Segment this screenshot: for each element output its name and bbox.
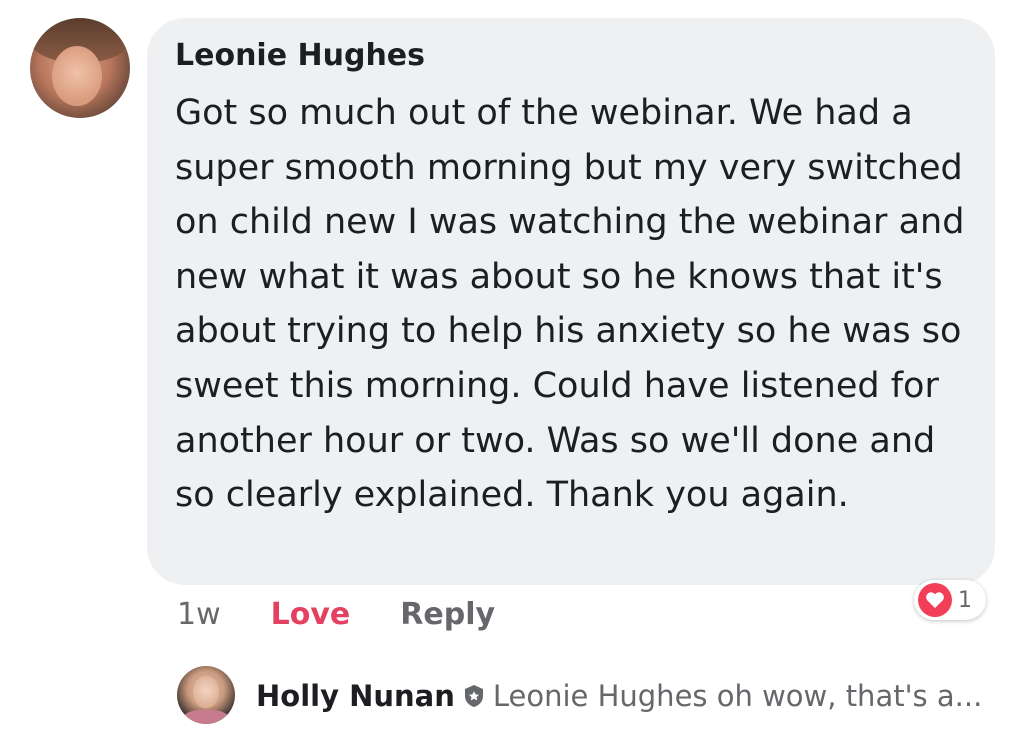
avatar-face bbox=[193, 676, 219, 709]
avatar-face bbox=[52, 46, 102, 106]
shield-badge-icon bbox=[463, 684, 485, 708]
reply-preview-text: Leonie Hughes oh wow, that's a... bbox=[492, 679, 983, 713]
comment-timestamp[interactable]: 1w bbox=[177, 597, 221, 632]
commenter-avatar[interactable] bbox=[30, 18, 130, 118]
reply-preview-row[interactable]: Holly Nunan Leonie Hughes oh wow, that's… bbox=[256, 676, 982, 716]
reply-author-name[interactable]: Holly Nunan bbox=[256, 679, 455, 713]
reply-author-avatar[interactable] bbox=[177, 666, 235, 724]
reaction-count: 1 bbox=[958, 587, 972, 613]
avatar-shirt bbox=[182, 709, 230, 724]
comment-text: Got so much out of the webinar. We had a… bbox=[175, 93, 965, 516]
comment-actions: 1w Love Reply bbox=[177, 594, 495, 634]
love-reaction-button[interactable]: Love bbox=[271, 597, 351, 632]
reaction-summary[interactable]: 1 bbox=[914, 580, 986, 620]
reply-button[interactable]: Reply bbox=[400, 597, 495, 632]
heart-icon bbox=[918, 583, 952, 617]
comment-author-name[interactable]: Leonie Hughes bbox=[175, 38, 425, 73]
